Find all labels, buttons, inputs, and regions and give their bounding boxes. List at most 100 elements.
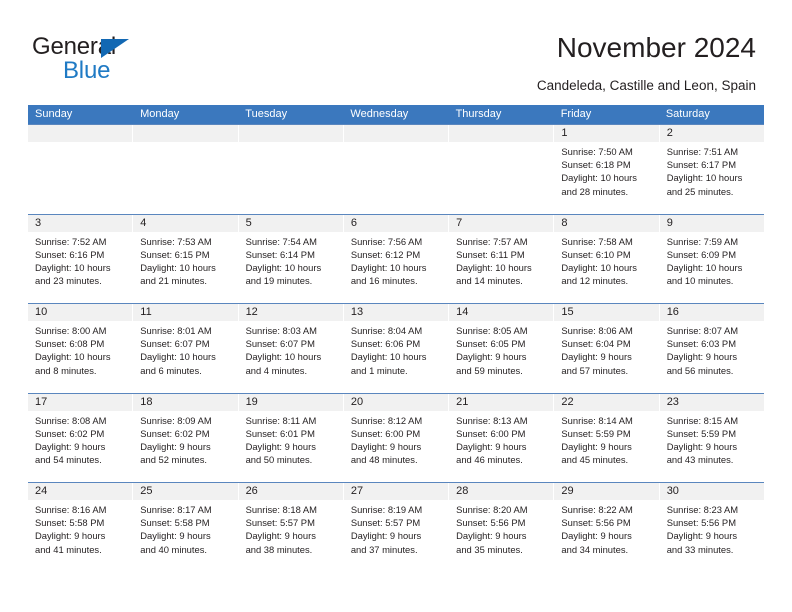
daylight-text-line2: and 45 minutes. — [561, 454, 629, 466]
day-cell[interactable]: 15 Sunrise: 8:06 AM Sunset: 6:04 PM Dayl… — [554, 304, 660, 393]
day-cell[interactable]: 19 Sunrise: 8:11 AM Sunset: 6:01 PM Dayl… — [238, 393, 344, 482]
day-cell[interactable]: 24 Sunrise: 8:16 AM Sunset: 5:58 PM Dayl… — [28, 483, 134, 572]
day-cell[interactable]: 12 Sunrise: 8:03 AM Sunset: 6:07 PM Dayl… — [238, 304, 344, 393]
daylight-text-line2: and 59 minutes. — [456, 364, 523, 376]
day-info: Sunrise: 7:51 AM Sunset: 6:17 PM Dayligh… — [660, 142, 764, 198]
daylight-text-line1: Daylight: 10 hours — [140, 261, 216, 273]
day-cell[interactable]: 8 Sunrise: 7:58 AM Sunset: 6:10 PM Dayli… — [554, 214, 660, 303]
day-cell[interactable]: 2 Sunrise: 7:51 AM Sunset: 6:17 PM Dayli… — [659, 125, 764, 214]
day-info: Sunrise: 7:50 AM Sunset: 6:18 PM Dayligh… — [554, 142, 658, 198]
day-info — [28, 142, 132, 145]
daylight-text-line2: and 4 minutes. — [245, 364, 308, 376]
daylight-text-line1: Daylight: 10 hours — [561, 172, 637, 184]
day-number: 27 — [343, 483, 449, 500]
daylight-text-line1: Daylight: 10 hours — [666, 261, 743, 273]
day-info: Sunrise: 7:52 AM Sunset: 6:16 PM Dayligh… — [28, 232, 132, 288]
day-cell[interactable]: 5 Sunrise: 7:54 AM Sunset: 6:14 PM Dayli… — [238, 214, 344, 303]
daylight-text-line2: and 48 minutes. — [350, 454, 418, 466]
sunset-text: Sunset: 6:07 PM — [140, 338, 210, 350]
day-cell[interactable] — [449, 125, 555, 214]
day-number: 4 — [133, 214, 238, 232]
day-number: 26 — [238, 483, 343, 500]
sunset-text: Sunset: 6:03 PM — [666, 338, 736, 350]
sunset-text: Sunset: 6:11 PM — [456, 248, 525, 260]
daylight-text-line1: Daylight: 10 hours — [245, 351, 322, 363]
daylight-text-line2: and 12 minutes. — [561, 275, 629, 287]
daylight-text-line2: and 23 minutes. — [35, 275, 102, 287]
day-cell[interactable] — [28, 125, 134, 214]
day-cell[interactable] — [133, 125, 239, 214]
daylight-text-line2: and 46 minutes. — [456, 454, 523, 466]
sunset-text: Sunset: 6:02 PM — [35, 427, 105, 439]
sunset-text: Sunset: 5:56 PM — [561, 517, 631, 529]
day-info: Sunrise: 7:56 AM Sunset: 6:12 PM Dayligh… — [344, 232, 448, 288]
weekday-header-friday: Friday — [560, 108, 592, 120]
daylight-text-line2: and 52 minutes. — [140, 454, 207, 466]
day-number: 1 — [554, 125, 659, 142]
page-header: General Blue November 2024 Candeleda, Ca… — [0, 0, 792, 100]
day-cell[interactable]: 13 Sunrise: 8:04 AM Sunset: 6:06 PM Dayl… — [343, 304, 450, 393]
sunrise-text: Sunrise: 8:08 AM — [35, 414, 107, 426]
day-cell[interactable]: 18 Sunrise: 8:09 AM Sunset: 6:02 PM Dayl… — [133, 393, 239, 482]
day-cell[interactable]: 7 Sunrise: 7:57 AM Sunset: 6:11 PM Dayli… — [449, 214, 555, 303]
day-cell[interactable]: 9 Sunrise: 7:59 AM Sunset: 6:09 PM Dayli… — [659, 214, 764, 303]
sunrise-text: Sunrise: 8:04 AM — [350, 325, 423, 336]
sunset-text: Sunset: 5:59 PM — [561, 427, 631, 439]
sunrise-text: Sunrise: 8:14 AM — [561, 414, 633, 426]
day-cell[interactable]: 25 Sunrise: 8:17 AM Sunset: 5:58 PM Dayl… — [133, 483, 239, 572]
day-cell[interactable]: 28 Sunrise: 8:20 AM Sunset: 5:56 PM Dayl… — [449, 483, 555, 572]
sunrise-text: Sunrise: 8:23 AM — [666, 504, 739, 515]
general-blue-logo[interactable]: General Blue — [32, 33, 232, 85]
day-number — [28, 125, 133, 142]
calendar-week-row: 10 Sunrise: 8:00 AM Sunset: 6:08 PM Dayl… — [28, 303, 764, 393]
day-info — [344, 142, 448, 145]
day-cell[interactable]: 16 Sunrise: 8:07 AM Sunset: 6:03 PM Dayl… — [659, 304, 764, 393]
day-cell[interactable]: 21 Sunrise: 8:13 AM Sunset: 6:00 PM Dayl… — [449, 393, 555, 482]
daylight-text-line1: Daylight: 9 hours — [561, 530, 632, 542]
sunrise-text: Sunrise: 8:00 AM — [35, 325, 107, 336]
day-number: 23 — [659, 393, 764, 411]
day-cell[interactable]: 30 Sunrise: 8:23 AM Sunset: 5:56 PM Dayl… — [659, 483, 764, 572]
day-cell[interactable]: 4 Sunrise: 7:53 AM Sunset: 6:15 PM Dayli… — [133, 214, 239, 303]
day-cell[interactable]: 20 Sunrise: 8:12 AM Sunset: 6:00 PM Dayl… — [343, 393, 450, 482]
logo-triangle-icon — [101, 39, 129, 58]
daylight-text-line2: and 41 minutes. — [35, 543, 102, 555]
daylight-text-line1: Daylight: 9 hours — [666, 351, 738, 363]
sunrise-text: Sunrise: 8:17 AM — [140, 504, 212, 515]
day-cell[interactable]: 29 Sunrise: 8:22 AM Sunset: 5:56 PM Dayl… — [554, 483, 660, 572]
day-cell[interactable]: 22 Sunrise: 8:14 AM Sunset: 5:59 PM Dayl… — [554, 393, 660, 482]
weekday-header-row: Sunday Monday Tuesday Wednesday Thursday… — [28, 105, 764, 124]
daylight-text-line1: Daylight: 9 hours — [456, 440, 527, 452]
day-cell[interactable]: 14 Sunrise: 8:05 AM Sunset: 6:05 PM Dayl… — [449, 304, 555, 393]
daylight-text-line2: and 16 minutes. — [350, 275, 418, 287]
day-info: Sunrise: 8:15 AM Sunset: 5:59 PM Dayligh… — [660, 411, 764, 467]
sunrise-text: Sunrise: 7:52 AM — [35, 235, 107, 247]
daylight-text-line2: and 33 minutes. — [666, 543, 734, 555]
sunrise-text: Sunrise: 8:13 AM — [456, 414, 528, 426]
day-cell[interactable]: 27 Sunrise: 8:19 AM Sunset: 5:57 PM Dayl… — [343, 483, 450, 572]
sunset-text: Sunset: 5:58 PM — [35, 517, 105, 529]
calendar-table: Sunday Monday Tuesday Wednesday Thursday… — [28, 105, 764, 572]
day-cell[interactable]: 26 Sunrise: 8:18 AM Sunset: 5:57 PM Dayl… — [238, 483, 344, 572]
day-info: Sunrise: 8:06 AM Sunset: 6:04 PM Dayligh… — [554, 321, 658, 377]
day-info: Sunrise: 8:09 AM Sunset: 6:02 PM Dayligh… — [133, 411, 237, 467]
day-cell[interactable]: 23 Sunrise: 8:15 AM Sunset: 5:59 PM Dayl… — [659, 393, 764, 482]
sunrise-text: Sunrise: 8:07 AM — [666, 325, 739, 336]
sunrise-text: Sunrise: 7:54 AM — [245, 235, 317, 247]
sunrise-text: Sunrise: 7:57 AM — [456, 235, 528, 247]
day-info: Sunrise: 8:22 AM Sunset: 5:56 PM Dayligh… — [554, 500, 658, 556]
daylight-text-line1: Daylight: 9 hours — [666, 440, 738, 452]
day-cell[interactable]: 17 Sunrise: 8:08 AM Sunset: 6:02 PM Dayl… — [28, 393, 134, 482]
day-number: 17 — [28, 393, 133, 411]
day-cell[interactable]: 11 Sunrise: 8:01 AM Sunset: 6:07 PM Dayl… — [133, 304, 239, 393]
day-cell[interactable] — [343, 125, 450, 214]
day-cell[interactable]: 6 Sunrise: 7:56 AM Sunset: 6:12 PM Dayli… — [343, 214, 450, 303]
daylight-text-line1: Daylight: 10 hours — [561, 261, 637, 273]
day-cell[interactable]: 1 Sunrise: 7:50 AM Sunset: 6:18 PM Dayli… — [554, 125, 660, 214]
daylight-text-line2: and 14 minutes. — [456, 275, 523, 287]
day-cell[interactable]: 3 Sunrise: 7:52 AM Sunset: 6:16 PM Dayli… — [28, 214, 134, 303]
day-number: 16 — [659, 304, 764, 321]
day-cell[interactable]: 10 Sunrise: 8:00 AM Sunset: 6:08 PM Dayl… — [28, 304, 134, 393]
day-cell[interactable] — [238, 125, 344, 214]
day-number: 14 — [449, 304, 554, 321]
